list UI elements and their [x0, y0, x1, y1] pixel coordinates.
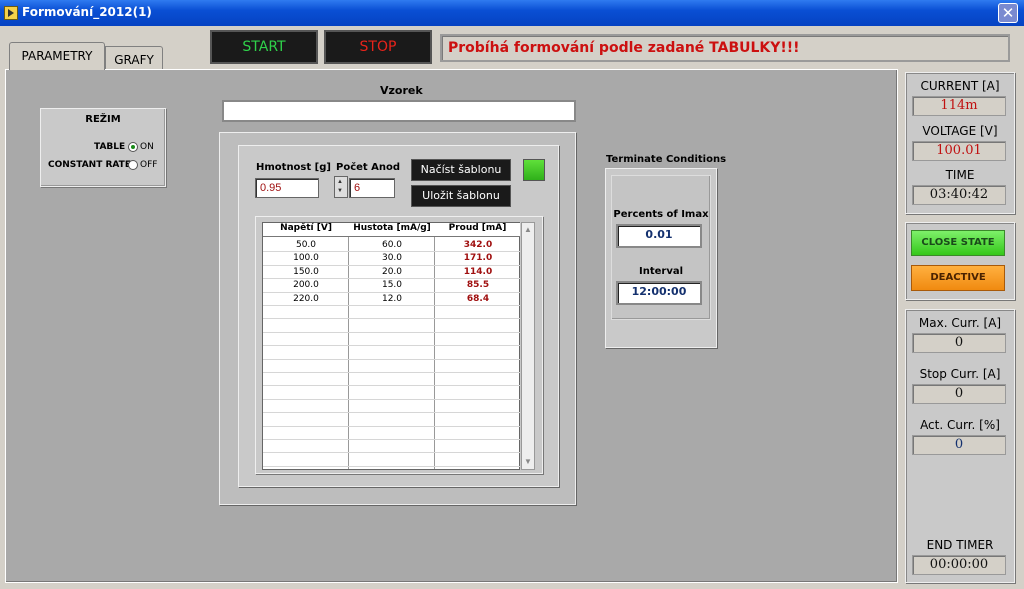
vzorek-label: Vzorek: [380, 84, 423, 97]
table-mode-label: TABLE: [94, 142, 126, 152]
voltage-value: 100.01: [912, 141, 1006, 161]
table-cell[interactable]: 342.0: [435, 240, 521, 250]
table-row-line: [263, 385, 520, 387]
time-value: 03:40:42: [912, 185, 1006, 205]
act-curr-label: Act. Curr. [%]: [920, 418, 1000, 432]
table-cell[interactable]: 150.0: [263, 267, 349, 277]
close-state-button[interactable]: CLOSE STATE: [911, 230, 1005, 256]
voltage-label: VOLTAGE [V]: [922, 124, 998, 138]
table-header: Napětí [V]: [263, 223, 349, 237]
hmotnost-input[interactable]: 0.95: [255, 178, 319, 198]
max-curr-value: 0: [912, 333, 1006, 353]
rezim-title: REŽIM: [46, 114, 160, 128]
current-label: CURRENT [A]: [920, 79, 1000, 93]
table-row-line: [263, 398, 520, 400]
table-row-line: [263, 452, 520, 454]
table-mode-state: ON: [140, 142, 154, 152]
table-row-line: [263, 358, 520, 360]
table-header: Hustota [mA/g]: [349, 223, 435, 237]
scroll-up-icon: ▲: [524, 225, 532, 234]
deactive-button[interactable]: DEACTIVE: [911, 265, 1005, 291]
table-row-line: [263, 412, 520, 414]
table-cell[interactable]: 114.0: [435, 267, 521, 277]
table-cell[interactable]: 50.0: [263, 240, 349, 250]
title-bar: Formování_2012(1) ✕: [0, 0, 1024, 26]
stepper-up-icon: ▲: [337, 179, 343, 185]
table-header: Proud [mA]: [435, 223, 520, 237]
scroll-down-icon: ▼: [524, 457, 532, 466]
percents-input[interactable]: 0.01: [616, 224, 702, 248]
table-row-line: [263, 331, 520, 333]
current-value: 114m: [912, 96, 1006, 116]
load-template-button[interactable]: Načíst šablonu: [411, 159, 511, 181]
table-scrollbar[interactable]: ▲ ▼: [521, 222, 535, 470]
table-cell[interactable]: 200.0: [263, 280, 349, 290]
pocet-anod-input[interactable]: 6: [349, 178, 395, 198]
tab-parametry[interactable]: PARAMETRY: [9, 42, 105, 70]
table-row-line: [263, 305, 520, 306]
table-row-line: [263, 372, 520, 373]
percents-label: Percents of Imax: [613, 209, 709, 220]
vzorek-input[interactable]: [222, 100, 576, 122]
app-icon: [4, 6, 18, 20]
constant-rate-state: OFF: [140, 160, 158, 170]
table-row-line: [263, 291, 520, 293]
end-timer-label: END TIMER: [926, 538, 994, 552]
time-label: TIME: [945, 168, 975, 182]
table-cell[interactable]: 68.4: [435, 294, 521, 304]
close-window-button[interactable]: ✕: [998, 3, 1018, 23]
tab-grafy[interactable]: GRAFY: [105, 46, 163, 70]
act-curr-value: 0: [912, 435, 1006, 455]
table-row-line: [263, 465, 520, 467]
stepper-down-icon: ▼: [337, 188, 343, 194]
stop-button[interactable]: STOP: [324, 30, 432, 64]
stop-curr-label: Stop Curr. [A]: [919, 367, 1001, 381]
table-cell[interactable]: 171.0: [435, 253, 521, 263]
hmotnost-label: Hmotnost [g]: [256, 162, 331, 173]
status-led: [523, 159, 545, 181]
interval-input[interactable]: 12:00:00: [616, 281, 702, 305]
window-title: Formování_2012(1): [22, 5, 152, 19]
table-cell[interactable]: 15.0: [349, 280, 435, 290]
table-row-line: [263, 278, 520, 280]
table-cell[interactable]: 85.5: [435, 280, 521, 290]
table-row-line: [263, 251, 520, 253]
table-cell[interactable]: 12.0: [349, 294, 435, 304]
pocet-anod-label: Počet Anod: [336, 162, 401, 173]
table-cell[interactable]: 20.0: [349, 267, 435, 277]
table-mode-radio[interactable]: [128, 142, 138, 152]
table-cell[interactable]: 100.0: [263, 253, 349, 263]
table-row-line: [263, 439, 520, 440]
pocet-anod-stepper[interactable]: ▲ ▼: [334, 176, 348, 198]
table-cell[interactable]: 220.0: [263, 294, 349, 304]
table-row-line: [263, 425, 520, 427]
save-template-button[interactable]: Uložit šablonu: [411, 185, 511, 207]
table-row-line: [263, 345, 520, 347]
status-message: Probíhá formování podle zadané TABULKY!!…: [440, 34, 1010, 62]
terminate-title: Terminate Conditions: [606, 154, 727, 165]
table-cell[interactable]: 60.0: [349, 240, 435, 250]
table-cell[interactable]: 30.0: [349, 253, 435, 263]
start-button[interactable]: START: [210, 30, 318, 64]
formation-table[interactable]: Napětí [V] Hustota [mA/g] Proud [mA] 50.…: [262, 222, 520, 470]
constant-rate-radio[interactable]: [128, 160, 138, 170]
close-icon: ✕: [1001, 4, 1015, 22]
max-curr-label: Max. Curr. [A]: [918, 316, 1002, 330]
end-timer-value: 00:00:00: [912, 555, 1006, 575]
interval-label: Interval: [638, 266, 684, 277]
table-row-line: [263, 264, 520, 266]
stop-curr-value: 0: [912, 384, 1006, 404]
table-row-line: [263, 318, 520, 320]
constant-rate-label: CONSTANT RATE: [48, 160, 131, 170]
